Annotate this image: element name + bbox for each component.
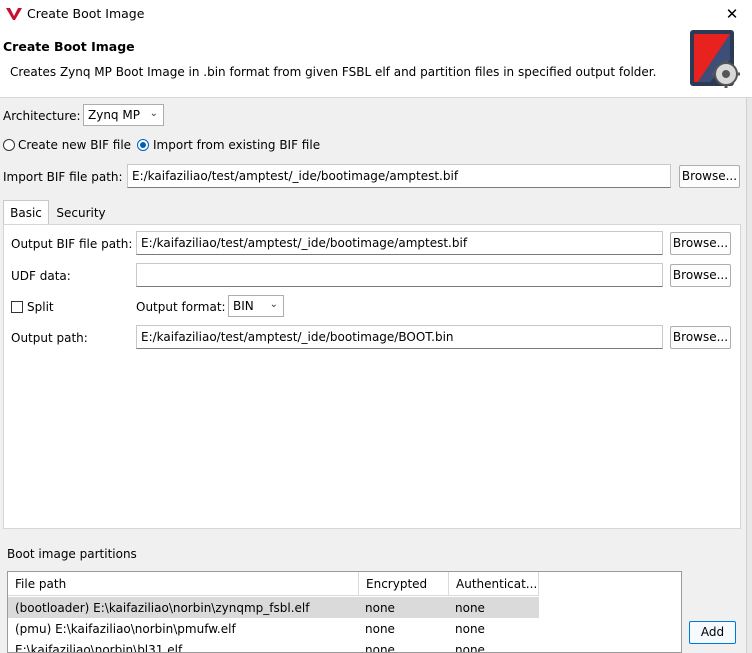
udf-browse-button[interactable]: Browse... bbox=[670, 264, 731, 287]
import-bif-browse-button[interactable]: Browse... bbox=[679, 165, 740, 188]
output-path-input[interactable]: E:/kaifaziliao/test/amptest/_ide/bootima… bbox=[136, 325, 663, 349]
cell-file-path: E:\kaifaziliao\norbin\bl31.elf bbox=[15, 643, 183, 653]
udf-data-input[interactable] bbox=[136, 263, 663, 287]
output-format-label: Output format: bbox=[136, 300, 226, 314]
chevron-down-icon: ⌄ bbox=[269, 299, 278, 310]
output-format-select[interactable]: BIN ⌄ bbox=[228, 295, 284, 317]
cell-encrypted: none bbox=[365, 622, 395, 636]
split-label[interactable]: Split bbox=[27, 300, 54, 314]
title-bar: Create Boot Image ✕ bbox=[0, 0, 752, 28]
split-checkbox[interactable] bbox=[11, 301, 23, 313]
cell-authenticated: none bbox=[455, 622, 485, 636]
table-row[interactable]: (bootloader) E:\kaifaziliao\norbin\zynqm… bbox=[8, 597, 539, 618]
output-path-browse-button[interactable]: Browse... bbox=[670, 326, 731, 349]
cell-encrypted: none bbox=[365, 643, 395, 653]
header-title: Create Boot Image bbox=[3, 39, 135, 54]
column-header-encrypted[interactable]: Encrypted bbox=[359, 572, 449, 596]
column-header-file-path[interactable]: File path bbox=[8, 572, 359, 596]
cell-file-path: (bootloader) E:\kaifaziliao\norbin\zynqm… bbox=[15, 601, 310, 615]
output-bif-label: Output BIF file path: bbox=[11, 237, 133, 251]
table-row[interactable]: (pmu) E:\kaifaziliao\norbin\pmufw.elf no… bbox=[8, 618, 539, 639]
architecture-select[interactable]: Zynq MP ⌄ bbox=[83, 104, 164, 126]
partitions-table: File path Encrypted Authenticat... (boot… bbox=[7, 571, 682, 653]
cell-authenticated: none bbox=[455, 601, 485, 615]
dialog-header: Create Boot Image Creates Zynq MP Boot I… bbox=[0, 28, 752, 98]
cell-file-path: (pmu) E:\kaifaziliao\norbin\pmufw.elf bbox=[15, 622, 236, 636]
add-partition-button[interactable]: Add bbox=[689, 621, 736, 644]
vitis-logo-icon bbox=[6, 8, 22, 20]
radio-create-label[interactable]: Create new BIF file bbox=[18, 138, 131, 152]
close-icon[interactable]: ✕ bbox=[721, 3, 743, 25]
tab-basic[interactable]: Basic bbox=[3, 200, 49, 224]
output-bif-path-input[interactable]: E:/kaifaziliao/test/amptest/_ide/bootima… bbox=[136, 231, 663, 255]
table-row[interactable]: E:\kaifaziliao\norbin\bl31.elf none none bbox=[8, 639, 539, 653]
column-header-authenticated[interactable]: Authenticat... bbox=[449, 572, 539, 596]
partitions-section-label: Boot image partitions bbox=[7, 547, 137, 561]
import-bif-path-input[interactable]: E:/kaifaziliao/test/amptest/_ide/bootima… bbox=[127, 164, 671, 188]
output-path-label: Output path: bbox=[11, 331, 88, 345]
architecture-value: Zynq MP bbox=[88, 108, 140, 122]
architecture-label: Architecture: bbox=[3, 109, 81, 123]
boot-image-wizard-icon bbox=[690, 30, 740, 88]
tab-security[interactable]: Security bbox=[53, 201, 109, 225]
output-format-value: BIN bbox=[233, 299, 254, 313]
radio-import-label[interactable]: Import from existing BIF file bbox=[153, 138, 320, 152]
import-bif-label: Import BIF file path: bbox=[3, 170, 123, 184]
radio-import-existing-bif[interactable] bbox=[137, 139, 149, 151]
background-window-edge bbox=[746, 98, 752, 653]
udf-data-label: UDF data: bbox=[11, 269, 71, 283]
window-title: Create Boot Image bbox=[27, 6, 145, 21]
cell-encrypted: none bbox=[365, 601, 395, 615]
radio-create-new-bif[interactable] bbox=[3, 139, 15, 151]
chevron-down-icon: ⌄ bbox=[149, 108, 158, 119]
cell-authenticated: none bbox=[455, 643, 485, 653]
header-description: Creates Zynq MP Boot Image in .bin forma… bbox=[10, 65, 657, 79]
output-bif-browse-button[interactable]: Browse... bbox=[670, 232, 731, 255]
